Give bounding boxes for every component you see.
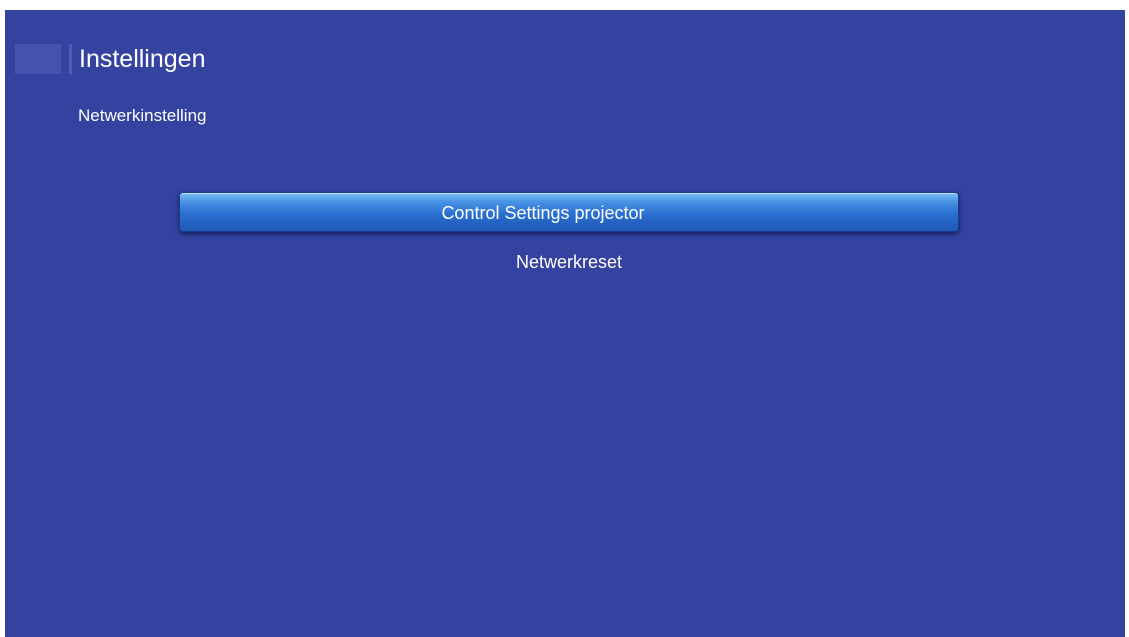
- page-title: Instellingen: [79, 45, 206, 73]
- header-divider: [69, 44, 72, 74]
- menu-item-control-settings-projector[interactable]: Control Settings projector: [179, 192, 959, 232]
- menu-item-network-reset[interactable]: Netwerkreset: [179, 242, 959, 282]
- settings-menu: Control Settings projector Netwerkreset: [179, 192, 959, 292]
- breadcrumb: Netwerkinstelling: [78, 106, 207, 125]
- header-logo-block: [15, 44, 61, 74]
- settings-screen: Instellingen Netwerkinstelling Control S…: [5, 10, 1125, 637]
